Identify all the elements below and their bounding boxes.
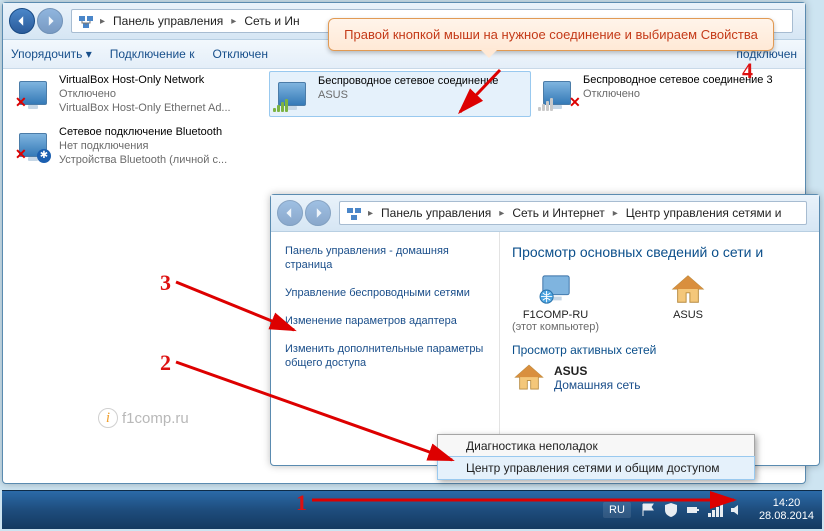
- annotation-4: 4: [742, 58, 753, 84]
- connection-status: Отключено: [59, 87, 231, 101]
- computer-globe-icon: [537, 274, 575, 306]
- connection-status: Отключено: [583, 87, 773, 101]
- tray-flag-icon[interactable]: [641, 502, 657, 518]
- clock-date: 28.08.2014: [759, 510, 814, 523]
- house-icon: [669, 274, 707, 306]
- sidebar-sharing-link[interactable]: Изменить дополнительные параметры общего…: [285, 342, 485, 370]
- connection-ssid: ASUS: [318, 88, 498, 102]
- network-icon: [78, 13, 94, 29]
- sidebar-wireless-link[interactable]: Управление беспроводными сетями: [285, 286, 485, 300]
- breadcrumb-segment[interactable]: Сеть и Ин: [238, 14, 305, 28]
- nav-back-button[interactable]: [9, 8, 35, 34]
- tray-context-menu: Диагностика неполадок Центр управления с…: [437, 434, 755, 480]
- language-indicator[interactable]: RU: [603, 502, 631, 518]
- ap-name: ASUS: [669, 309, 707, 321]
- active-network-name: ASUS: [554, 364, 640, 378]
- disabled-x-icon: ✕: [15, 147, 29, 161]
- network-icon: [346, 205, 362, 221]
- connection-title: Сетевое подключение Bluetooth: [59, 125, 227, 139]
- sidebar-adapter-link[interactable]: Изменение параметров адаптера: [285, 314, 485, 328]
- annotation-2: 2: [160, 350, 171, 376]
- annotation-1: 1: [296, 490, 307, 516]
- taskbar: RU 14:20 28.08.2014: [2, 490, 822, 529]
- bluetooth-icon: ✱: [37, 149, 51, 163]
- callout-text: Правой кнопкой мыши на нужное соединение…: [344, 27, 758, 42]
- this-computer: F1COMP-RU (этот компьютер): [512, 274, 599, 333]
- active-network-type[interactable]: Домашняя сеть: [554, 378, 640, 392]
- organize-menu[interactable]: Упорядочить ▾: [11, 47, 92, 61]
- signal-bars-icon: [273, 98, 289, 112]
- connection-status: Нет подключения: [59, 139, 227, 153]
- clock-time: 14:20: [759, 497, 814, 510]
- active-networks-label: Просмотр активных сетей: [512, 343, 807, 357]
- breadcrumb-segment[interactable]: Панель управления: [375, 206, 497, 220]
- access-point: ASUS: [669, 274, 707, 333]
- tray-shield-icon[interactable]: [663, 502, 679, 518]
- active-network[interactable]: ASUS Домашняя сеть: [512, 363, 807, 393]
- breadcrumb-segment[interactable]: Панель управления: [107, 14, 229, 28]
- sidebar: Панель управления - домашняя страница Уп…: [271, 232, 500, 458]
- nav-forward-button[interactable]: [305, 200, 331, 226]
- titlebar: ▸ Панель управления ▸ Сеть и Интернет ▸ …: [271, 195, 819, 232]
- signal-bars-off-icon: [538, 97, 554, 111]
- watermark: if1comp.ru: [98, 408, 189, 428]
- network-sharing-center-window: ▸ Панель управления ▸ Сеть и Интернет ▸ …: [270, 194, 820, 466]
- connection-title: Беспроводное сетевое соединение: [318, 74, 498, 88]
- breadcrumb-segment[interactable]: Сеть и Интернет: [506, 206, 610, 220]
- computer-sub: (этот компьютер): [512, 321, 599, 333]
- connection-item-vbox[interactable]: ✕ VirtualBox Host-Only Network Отключено…: [13, 73, 263, 115]
- sidebar-home-link[interactable]: Панель управления - домашняя страница: [285, 244, 485, 272]
- instruction-callout: Правой кнопкой мыши на нужное соединение…: [328, 18, 774, 51]
- breadcrumb-segment[interactable]: Центр управления сетями и: [620, 206, 788, 220]
- annotation-3: 3: [160, 270, 171, 296]
- disabled-x-icon: ✕: [569, 95, 583, 109]
- main-panel: Просмотр основных сведений о сети и F1CO…: [500, 232, 819, 458]
- nav-forward-button[interactable]: [37, 8, 63, 34]
- disabled-x-icon: ✕: [15, 95, 29, 109]
- tray-power-icon[interactable]: [685, 502, 701, 518]
- connection-adapter: Устройства Bluetooth (личной с...: [59, 153, 227, 167]
- breadcrumb-address[interactable]: ▸ Панель управления ▸ Сеть и Интернет ▸ …: [339, 201, 807, 225]
- menu-network-center[interactable]: Центр управления сетями и общим доступом: [437, 456, 755, 480]
- menu-diagnose[interactable]: Диагностика неполадок: [438, 435, 754, 457]
- tray-clock[interactable]: 14:20 28.08.2014: [759, 497, 814, 523]
- computer-name: F1COMP-RU: [512, 309, 599, 321]
- connection-title: VirtualBox Host-Only Network: [59, 73, 231, 87]
- tray-network-icon[interactable]: [707, 502, 723, 518]
- tray-volume-icon[interactable]: [729, 502, 745, 518]
- house-icon: [512, 363, 546, 393]
- connection-adapter: VirtualBox Host-Only Ethernet Ad...: [59, 101, 231, 115]
- disconnect-button[interactable]: Отключен: [212, 47, 268, 61]
- connect-to-button[interactable]: Подключение к: [110, 47, 195, 61]
- system-tray: RU 14:20 28.08.2014: [603, 497, 822, 523]
- connection-item-bluetooth[interactable]: ✕ ✱ Сетевое подключение Bluetooth Нет под…: [13, 125, 263, 167]
- nav-back-button[interactable]: [277, 200, 303, 226]
- connection-item-wifi-selected[interactable]: Беспроводное сетевое соединение ASUS: [269, 71, 531, 117]
- page-heading: Просмотр основных сведений о сети и: [512, 244, 807, 260]
